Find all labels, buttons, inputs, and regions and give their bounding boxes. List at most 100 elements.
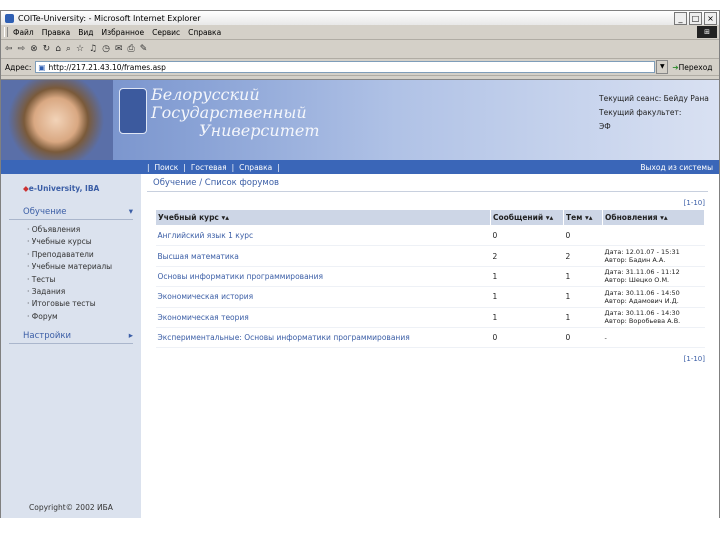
sort-icon[interactable]: ▾▴: [660, 213, 668, 222]
windows-logo-icon: ⊞: [697, 26, 717, 38]
university-name: Белорусский Государственный Университет: [151, 86, 320, 140]
update-info: Дата: 30.11.06 - 14:30 Автор: Воробьева А…: [602, 307, 705, 328]
toolbar-grip[interactable]: [4, 27, 8, 37]
table-row[interactable]: Экономическая история 1 1 Дата: 30.11.06…: [155, 286, 705, 308]
nav-help-link[interactable]: Справка: [239, 163, 272, 172]
minimize-button[interactable]: _: [674, 12, 687, 25]
course-link[interactable]: Высшая математика: [155, 245, 491, 267]
print-icon[interactable]: ⎙: [128, 44, 135, 54]
column-updates[interactable]: Обновления ▾▴: [602, 209, 705, 226]
close-button[interactable]: ×: [704, 12, 717, 25]
sidebar-item-forum[interactable]: · Форум: [27, 311, 141, 323]
history-icon[interactable]: ◷: [102, 44, 110, 54]
column-course[interactable]: Учебный курс ▾▴: [155, 209, 491, 226]
home-icon[interactable]: ⌂: [55, 44, 61, 54]
mail-icon[interactable]: ✉: [115, 44, 123, 54]
course-link[interactable]: Экспериментальные: Основы информатики пр…: [155, 327, 491, 349]
table-row[interactable]: Основы информатики программирования 1 1 …: [155, 266, 705, 288]
column-label: Обновления: [605, 213, 658, 222]
edit-icon[interactable]: ✎: [140, 44, 148, 54]
table-row[interactable]: Экономическая теория 1 1 Дата: 30.11.06 …: [155, 307, 705, 328]
address-dropdown-icon[interactable]: ▼: [656, 60, 669, 74]
top-nav: | Поиск | Гостевая | Справка | Выход из …: [1, 160, 719, 174]
sidebar: ◆e-University, IBA Обучение ▾ · Объявлени…: [1, 174, 141, 518]
sidebar-item-label: Преподаватели: [31, 249, 94, 259]
back-icon[interactable]: ⇦: [5, 44, 13, 54]
nav-guestbook-link[interactable]: Гостевая: [191, 163, 227, 172]
nav-search-link[interactable]: Поиск: [155, 163, 179, 172]
sidebar-section-learning[interactable]: Обучение ▾: [9, 205, 133, 220]
go-button[interactable]: ➔Переход: [672, 63, 712, 72]
sidebar-item-assignments[interactable]: · Задания: [27, 286, 141, 298]
main-panel: Обучение / Список форумов [1-10] Учебный…: [147, 174, 713, 518]
refresh-icon[interactable]: ↻: [43, 44, 51, 54]
pager-top[interactable]: [1-10]: [147, 199, 713, 207]
update-author: Автор: Адамович И.Д.: [604, 296, 679, 305]
update-info: Дата: 12.01.07 - 15:31 Автор: Бадин А.А.: [602, 245, 705, 267]
sidebar-submenu: · Объявления · Учебные курсы · Преподава…: [1, 220, 141, 323]
course-link[interactable]: Английский язык 1 курс: [155, 225, 491, 247]
logout-link[interactable]: Выход из системы: [640, 163, 713, 172]
forum-table: Учебный курс ▾▴ Сообщений ▾▴ Тем ▾▴ Обно…: [155, 209, 705, 349]
sidebar-item-courses[interactable]: · Учебные курсы: [27, 236, 141, 248]
page-icon: ▣: [38, 62, 46, 72]
messages-count: 1: [490, 286, 564, 308]
address-bar: Адрес: ▣ http://217.21.43.10/frames.asp …: [1, 59, 719, 76]
sort-icon[interactable]: ▾▴: [546, 213, 554, 222]
menu-edit[interactable]: Правка: [42, 28, 71, 37]
sidebar-item-materials[interactable]: · Учебные материалы: [27, 261, 141, 273]
table-row[interactable]: Английский язык 1 курс 0 0: [155, 225, 705, 247]
course-link[interactable]: Основы информатики программирования: [155, 266, 491, 288]
sort-icon[interactable]: ▾▴: [585, 213, 593, 222]
course-link[interactable]: Экономическая история: [155, 286, 491, 308]
update-date: Дата: 12.01.07 - 15:31: [604, 248, 680, 257]
address-url: http://217.21.43.10/frames.asp: [48, 62, 166, 72]
stop-icon[interactable]: ⊗: [30, 44, 38, 54]
current-faculty-value: ЭФ: [599, 122, 611, 131]
media-icon[interactable]: ♫: [89, 44, 97, 54]
menu-favorites[interactable]: Избранное: [102, 28, 145, 37]
title-bar: COITe-University: - Microsoft Internet E…: [1, 11, 719, 25]
update-date: Дата: 30.11.06 - 14:30: [604, 309, 680, 318]
table-row[interactable]: Экспериментальные: Основы информатики пр…: [155, 327, 705, 349]
update-date: Дата: 30.11.06 - 14:50: [604, 288, 680, 297]
menu-tools[interactable]: Сервис: [152, 28, 180, 37]
chevron-right-icon: ▸: [128, 331, 133, 342]
sidebar-item-label: Объявления: [31, 225, 81, 234]
chevron-down-icon: ▾: [128, 207, 133, 217]
nav-separator: |: [231, 162, 235, 172]
sidebar-item-label: Форум: [31, 311, 58, 321]
sidebar-item-tests[interactable]: · Тесты: [27, 274, 141, 286]
menu-file[interactable]: Файл: [13, 28, 34, 37]
column-messages[interactable]: Сообщений ▾▴: [490, 209, 564, 226]
table-row[interactable]: Высшая математика 2 2 Дата: 12.01.07 - 1…: [155, 245, 705, 267]
menu-view[interactable]: Вид: [78, 28, 93, 37]
sidebar-item-teachers[interactable]: · Преподаватели: [27, 249, 141, 261]
standard-toolbar: ⇦ ⇨ ⊗ ↻ ⌂ ⌕ ☆ ♫ ◷ ✉ ⎙ ✎: [1, 40, 719, 59]
menu-help[interactable]: Справка: [188, 28, 221, 37]
maximize-button[interactable]: □: [689, 12, 702, 25]
sidebar-item-label: Учебные курсы: [31, 237, 92, 247]
sidebar-item-final-tests[interactable]: · Итоговые тесты: [27, 298, 141, 310]
page-content: Белорусский Государственный Университет …: [1, 79, 719, 518]
column-topics[interactable]: Тем ▾▴: [563, 209, 603, 226]
search-icon[interactable]: ⌕: [66, 44, 71, 54]
sidebar-item-label: Итоговые тесты: [31, 299, 96, 309]
sidebar-section-settings[interactable]: Настройки ▸: [9, 329, 133, 345]
update-info: Дата: 31.11.06 - 11:12 Автор: Шецко О.М.: [602, 266, 705, 288]
menu-bar: Файл Правка Вид Избранное Сервис Справка…: [1, 25, 719, 40]
university-emblem-icon: [119, 88, 147, 134]
course-link[interactable]: Экономическая теория: [155, 307, 491, 328]
pager-bottom[interactable]: [1-10]: [147, 355, 713, 363]
sort-icon[interactable]: ▾▴: [222, 213, 230, 222]
forward-icon[interactable]: ⇨: [18, 44, 26, 54]
address-input[interactable]: ▣ http://217.21.43.10/frames.asp: [35, 61, 656, 73]
topics-count: 2: [563, 245, 603, 267]
update-author: Автор: Бадин А.А.: [604, 256, 666, 265]
current-session: Текущий сеанс: Бейду Рана: [599, 94, 709, 103]
update-date: -: [604, 333, 607, 342]
sidebar-item-announcements[interactable]: · Объявления: [27, 224, 141, 236]
nav-separator: |: [277, 162, 280, 172]
favorites-icon[interactable]: ☆: [76, 44, 84, 54]
column-label: Тем: [566, 213, 583, 222]
